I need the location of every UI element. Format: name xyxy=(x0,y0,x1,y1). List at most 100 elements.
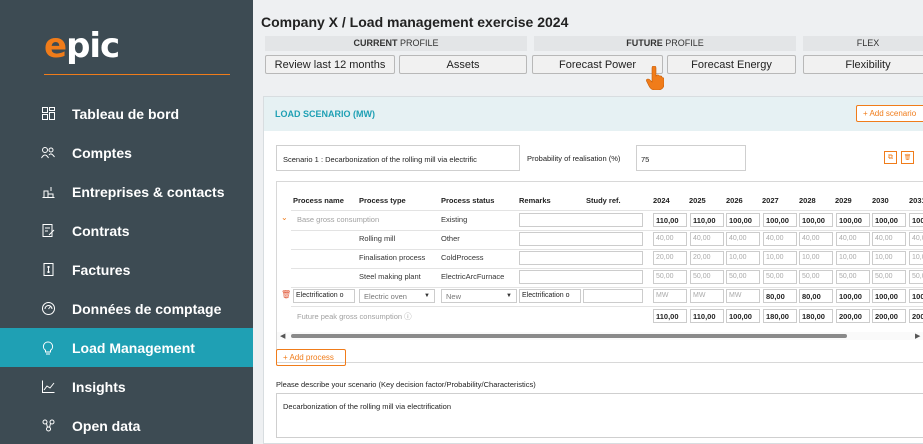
value-cell[interactable]: 40,0 xyxy=(909,232,923,246)
row-divider xyxy=(291,268,923,269)
value-cell[interactable]: 40,00 xyxy=(690,232,724,246)
current-profile-header: CURRENT PROFILE xyxy=(265,36,527,51)
remarks-input[interactable] xyxy=(519,232,643,246)
value-cell[interactable]: 100,00 xyxy=(836,289,870,303)
sidebar-item-insights[interactable]: Insights xyxy=(0,367,253,406)
collapse-chevron-icon[interactable]: ⌄ xyxy=(281,213,288,222)
value-cell[interactable]: 80,00 xyxy=(763,289,797,303)
base-value-2025[interactable]: 110,00 xyxy=(690,213,724,227)
epic-logo[interactable]: epic xyxy=(44,26,120,66)
sidebar-item-open-data[interactable]: Open data xyxy=(0,406,253,444)
value-cell[interactable]: 50,00 xyxy=(763,270,797,284)
value-cell[interactable]: 50,00 xyxy=(836,270,870,284)
header-process-type: Process type xyxy=(359,196,406,205)
process-name-input[interactable]: Electrification o xyxy=(293,289,355,303)
sidebar-item-metering[interactable]: Données de comptage xyxy=(0,289,253,328)
value-cell[interactable]: 100 xyxy=(909,289,923,303)
base-value-2026[interactable]: 100,00 xyxy=(726,213,760,227)
delete-scenario-button[interactable]: 🗑 xyxy=(901,151,914,164)
future-profile-header: FUTURE PROFILE xyxy=(534,36,796,51)
value-cell[interactable]: 10,00 xyxy=(799,251,833,265)
value-cell[interactable]: 50,0 xyxy=(909,270,923,284)
value-cell[interactable]: 40,00 xyxy=(872,232,906,246)
base-value-2028[interactable]: 100,00 xyxy=(799,213,833,227)
new-remarks-input[interactable]: Electrification o xyxy=(519,289,581,303)
scenario-name-input[interactable]: Scenario 1 : Decarbonization of the roll… xyxy=(276,145,520,171)
sidebar-item-load-management[interactable]: Load Management xyxy=(0,328,253,367)
tab-forecast-energy[interactable]: Forecast Energy xyxy=(667,55,796,74)
process-type-select[interactable]: Electric oven ▼ xyxy=(359,289,435,303)
value-cell[interactable]: 20,00 xyxy=(690,251,724,265)
add-scenario-button[interactable]: + Add scenario xyxy=(856,105,923,122)
horizontal-scrollbar[interactable]: ◀ ▶ xyxy=(277,332,923,340)
delete-row-icon[interactable]: 🗑 xyxy=(281,290,291,299)
peak-value: 180,00 xyxy=(763,309,797,323)
value-cell[interactable]: MW xyxy=(653,289,687,303)
study-ref-input[interactable] xyxy=(583,289,643,303)
tab-flexibility[interactable]: Flexibility xyxy=(803,55,923,74)
sidebar-item-invoices[interactable]: Factures xyxy=(0,250,253,289)
sidebar-item-label: Données de comptage xyxy=(72,300,222,317)
open-data-icon xyxy=(40,418,56,434)
process-status-eaf: ElectricArcFurnace xyxy=(441,272,505,281)
scroll-right-icon[interactable]: ▶ xyxy=(915,332,920,340)
header-year-2030: 2030 xyxy=(872,196,889,205)
base-value-2029[interactable]: 100,00 xyxy=(836,213,870,227)
load-table: Process name Process type Process status… xyxy=(276,181,923,363)
value-cell[interactable]: 50,00 xyxy=(799,270,833,284)
value-cell[interactable]: 40,00 xyxy=(653,232,687,246)
value-cell[interactable]: 10,00 xyxy=(763,251,797,265)
value-cell[interactable]: 10,00 xyxy=(872,251,906,265)
sidebar-item-label: Load Management xyxy=(72,339,195,356)
value-cell[interactable]: 50,00 xyxy=(872,270,906,284)
value-cell[interactable]: 10,00 xyxy=(836,251,870,265)
probability-label: Probability of realisation (%) xyxy=(527,154,621,163)
tab-forecast-power[interactable]: Forecast Power xyxy=(532,55,663,74)
header-year-2024: 2024 xyxy=(653,196,670,205)
value-cell[interactable]: 40,00 xyxy=(836,232,870,246)
process-status-select[interactable]: New ▼ xyxy=(441,289,517,303)
scroll-thumb[interactable] xyxy=(291,334,847,338)
company-icon xyxy=(40,184,56,200)
value-cell[interactable]: 50,00 xyxy=(653,270,687,284)
scroll-left-icon[interactable]: ◀ xyxy=(280,332,285,340)
value-cell[interactable]: 40,00 xyxy=(726,232,760,246)
card-header: LOAD SCENARIO (MW) + Add scenario xyxy=(264,97,923,131)
tab-review-last-12-months[interactable]: Review last 12 months xyxy=(265,55,395,74)
sidebar-item-label: Tableau de bord xyxy=(72,105,180,122)
add-process-button[interactable]: + Add process xyxy=(276,349,346,366)
value-cell[interactable]: 40,00 xyxy=(763,232,797,246)
row-divider xyxy=(291,210,923,211)
tab-assets[interactable]: Assets xyxy=(399,55,527,74)
value-cell[interactable]: MW xyxy=(690,289,724,303)
remarks-input[interactable] xyxy=(519,251,643,265)
sidebar-item-accounts[interactable]: Comptes xyxy=(0,133,253,172)
description-label: Please describe your scenario (Key decis… xyxy=(276,380,536,389)
value-cell[interactable]: 10,00 xyxy=(726,251,760,265)
base-value-2024[interactable]: 110,00 xyxy=(653,213,687,227)
value-cell[interactable]: 80,00 xyxy=(799,289,833,303)
probability-input[interactable]: 75 xyxy=(636,145,746,171)
sidebar-item-dashboard[interactable]: Tableau de bord xyxy=(0,94,253,133)
value-cell[interactable]: 50,00 xyxy=(690,270,724,284)
value-cell[interactable]: 40,00 xyxy=(799,232,833,246)
sidebar-item-companies[interactable]: Entreprises & contacts xyxy=(0,172,253,211)
remarks-input[interactable] xyxy=(519,270,643,284)
base-value-2031[interactable]: 100 xyxy=(909,213,923,227)
base-remarks-input[interactable] xyxy=(519,213,643,227)
base-value-2030[interactable]: 100,00 xyxy=(872,213,906,227)
value-cell[interactable]: 10,0 xyxy=(909,251,923,265)
description-textarea[interactable]: Decarbonization of the rolling mill via … xyxy=(276,393,923,438)
dropdown-arrow-icon: ▼ xyxy=(506,293,512,299)
base-value-2027[interactable]: 100,00 xyxy=(763,213,797,227)
value-cell[interactable]: MW xyxy=(726,289,760,303)
copy-scenario-button[interactable]: ⧉ xyxy=(884,151,897,164)
header-process-status: Process status xyxy=(441,196,495,205)
value-cell[interactable]: 20,00 xyxy=(653,251,687,265)
sidebar-item-contracts[interactable]: Contrats xyxy=(0,211,253,250)
contract-icon xyxy=(40,223,56,239)
header-study-ref: Study ref. xyxy=(586,196,621,205)
value-cell[interactable]: 100,00 xyxy=(872,289,906,303)
value-cell[interactable]: 50,00 xyxy=(726,270,760,284)
load-scenario-card: LOAD SCENARIO (MW) + Add scenario Scenar… xyxy=(263,96,923,444)
